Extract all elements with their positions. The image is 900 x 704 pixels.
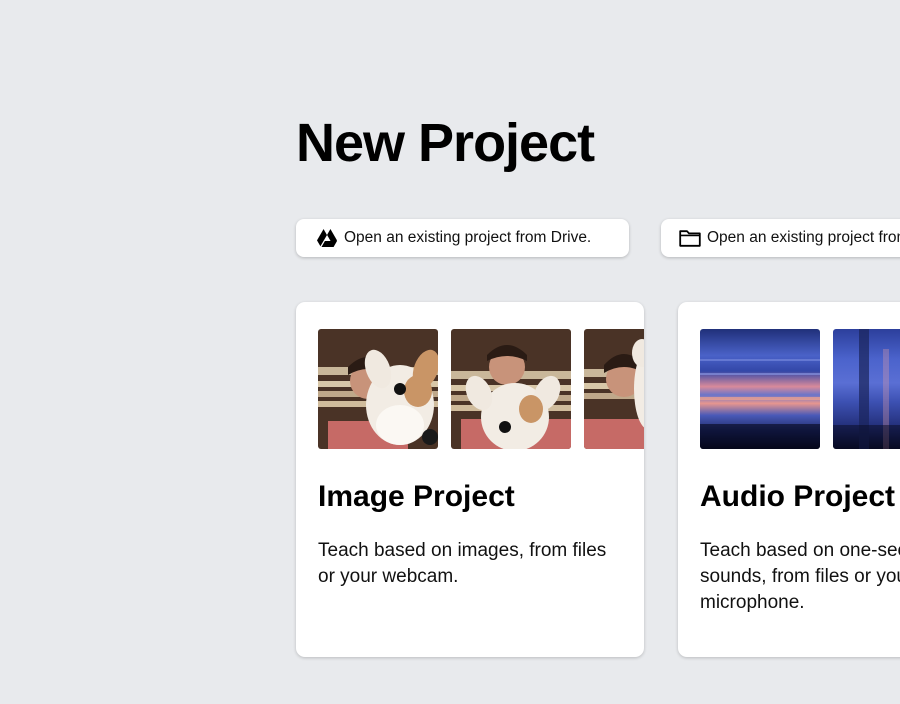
image-project-card[interactable]: Image Project Teach based on images, fro… bbox=[296, 302, 644, 657]
page-title: New Project bbox=[296, 113, 595, 173]
webcam-sample-image bbox=[451, 329, 571, 449]
google-drive-icon bbox=[316, 228, 338, 248]
webcam-sample-image bbox=[584, 329, 644, 449]
open-from-drive-button[interactable]: Open an existing project from Drive. bbox=[296, 219, 629, 257]
spectrogram-image bbox=[700, 329, 820, 449]
open-from-drive-label: Open an existing project from Drive. bbox=[344, 229, 592, 246]
audio-project-description: Teach based on one-second sounds, from f… bbox=[700, 540, 900, 613]
open-from-file-button[interactable]: Open an existing project from a file. bbox=[661, 219, 900, 257]
spectrogram-image bbox=[833, 329, 900, 449]
image-examples bbox=[318, 329, 644, 449]
new-project-page: New Project Open an existing project fro… bbox=[0, 0, 900, 704]
image-project-title: Image Project bbox=[318, 480, 515, 513]
image-project-description: Teach based on images, from files or you… bbox=[318, 540, 607, 587]
open-from-file-label: Open an existing project from a file. bbox=[707, 229, 900, 246]
folder-icon bbox=[679, 228, 701, 248]
audio-project-title: Audio Project bbox=[700, 480, 896, 513]
audio-project-card[interactable]: Audio Project Teach based on one-second … bbox=[678, 302, 900, 657]
webcam-sample-image bbox=[318, 329, 438, 449]
audio-examples bbox=[700, 329, 900, 449]
